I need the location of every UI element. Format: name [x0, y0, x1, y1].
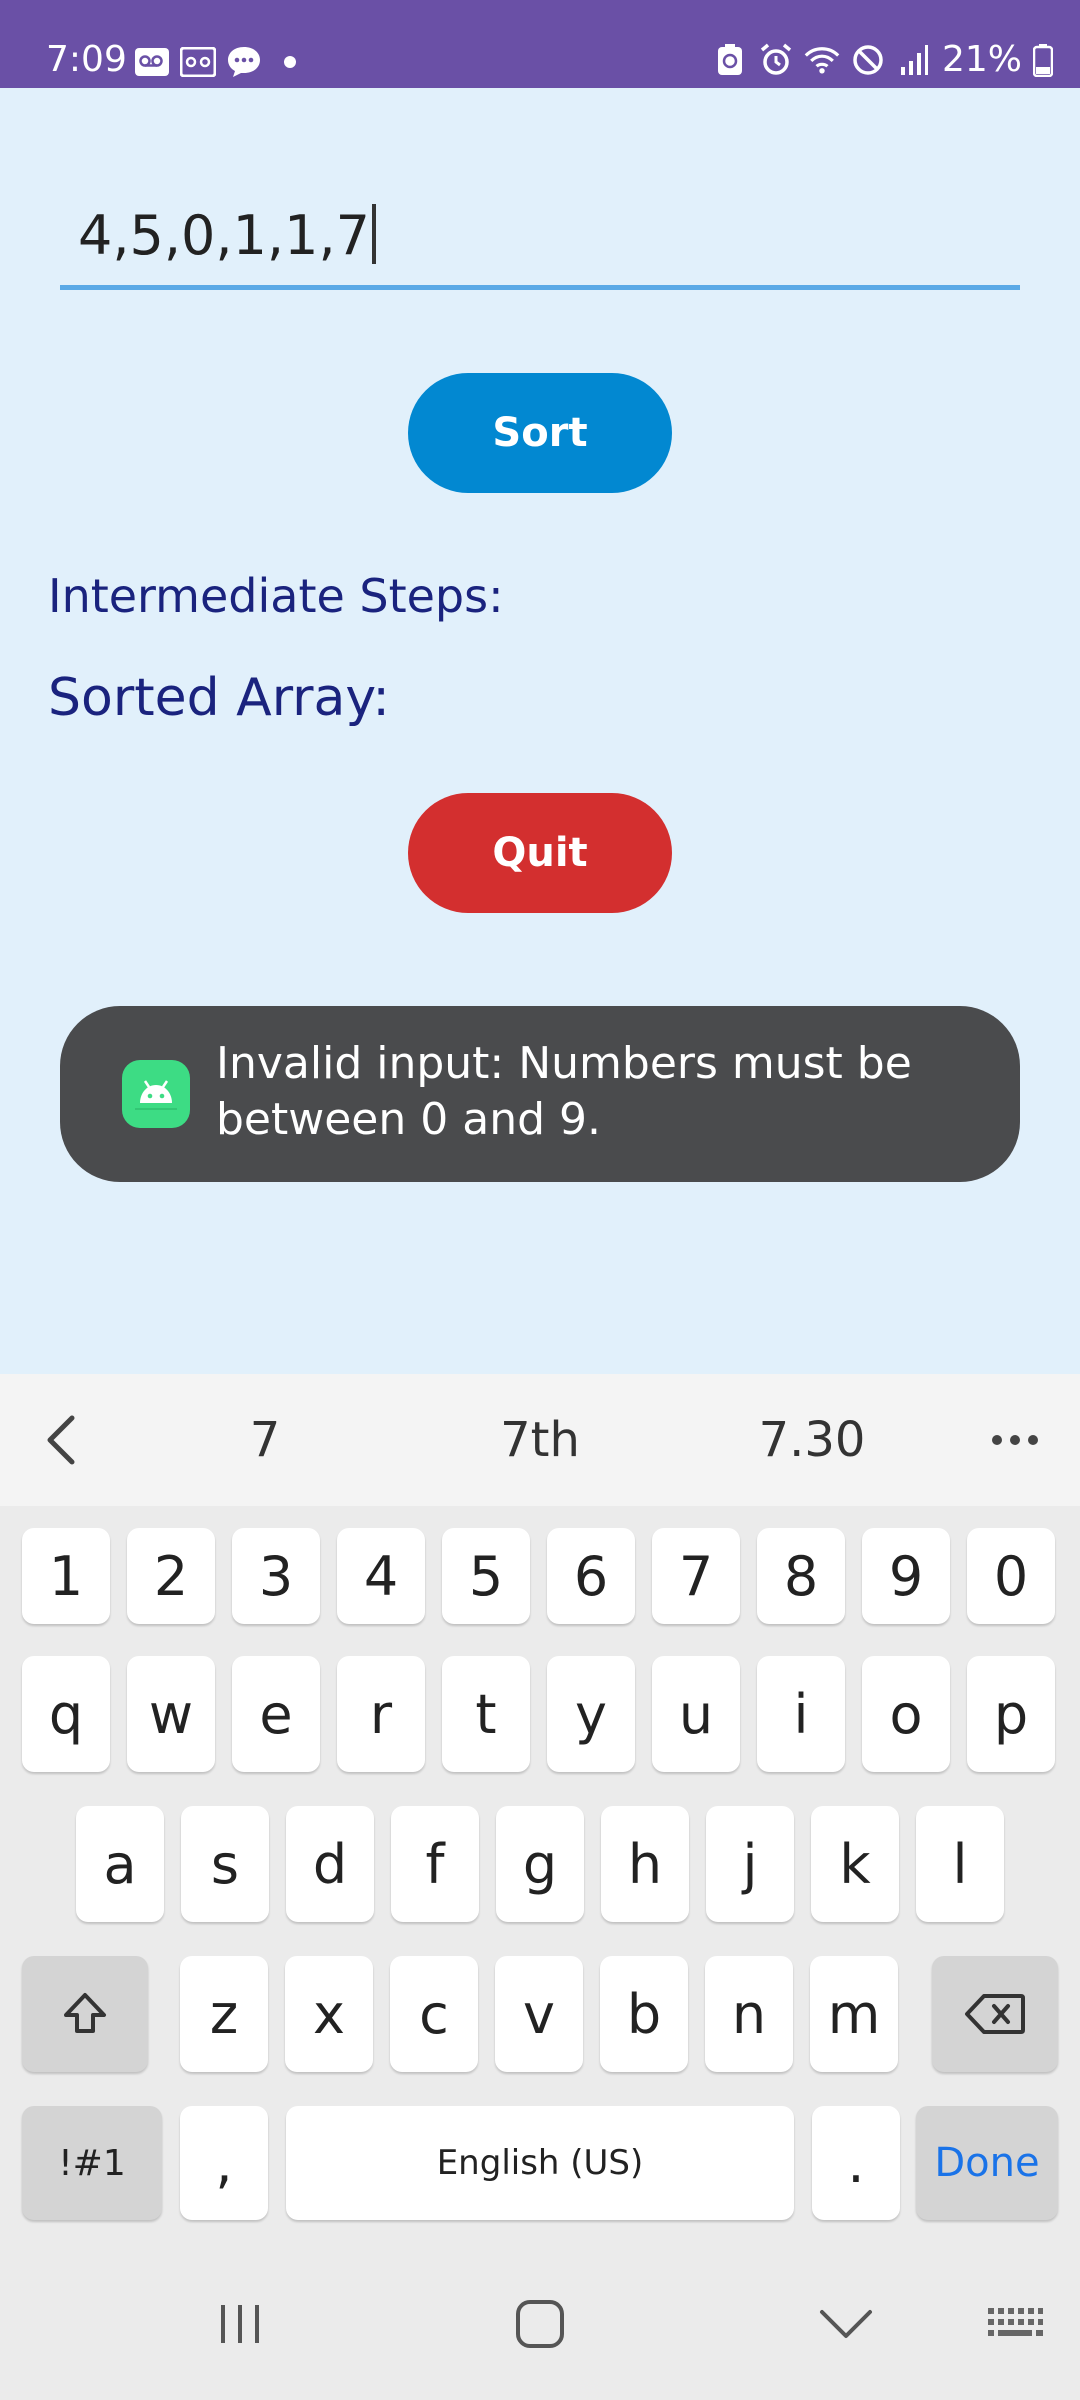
key-p[interactable]: p	[967, 1656, 1055, 1772]
key-num-4[interactable]: 4	[337, 1528, 425, 1624]
comma-key[interactable]: ,	[180, 2106, 268, 2220]
signal-icon	[896, 42, 932, 78]
key-v[interactable]: v	[495, 1956, 583, 2072]
key-g[interactable]: g	[496, 1806, 584, 1922]
wifi-icon	[804, 42, 840, 78]
notification-icons	[134, 44, 308, 80]
shift-key[interactable]	[22, 1956, 148, 2072]
intermediate-steps-label: Intermediate Steps:	[48, 569, 504, 623]
toast-text: Invalid input: Numbers must be between 0…	[216, 1038, 912, 1145]
key-num-8[interactable]: 8	[757, 1528, 845, 1624]
key-num-5[interactable]: 5	[442, 1528, 530, 1624]
key-j[interactable]: j	[706, 1806, 794, 1922]
key-l[interactable]: l	[916, 1806, 1004, 1922]
recents-icon[interactable]	[200, 2284, 280, 2364]
input-value-text: 4,5,0,1,1,7	[78, 204, 370, 267]
status-time: 7:09	[46, 39, 127, 80]
keyboard-icon[interactable]	[975, 2284, 1055, 2364]
text-caret	[371, 204, 376, 264]
key-d[interactable]: d	[286, 1806, 374, 1922]
more-horiz-icon[interactable]	[980, 1404, 1050, 1476]
numbers-input[interactable]: 4,5,0,1,1,7	[60, 180, 1020, 290]
key-n[interactable]: n	[705, 1956, 793, 2072]
shift-icon	[64, 1993, 106, 2033]
battery-icon	[1032, 42, 1054, 78]
key-x[interactable]: x	[285, 1956, 373, 2072]
tape-icon	[180, 44, 216, 80]
key-t[interactable]: t	[442, 1656, 530, 1772]
key-num-3[interactable]: 3	[232, 1528, 320, 1624]
suggestion-2[interactable]: 7th	[440, 1404, 640, 1476]
navigation-bar	[0, 2244, 1080, 2400]
toast-message: Invalid input: Numbers must be between 0…	[60, 1006, 1020, 1182]
key-k[interactable]: k	[811, 1806, 899, 1922]
suggestion-3[interactable]: 7.30	[712, 1404, 912, 1476]
key-w[interactable]: w	[127, 1656, 215, 1772]
key-s[interactable]: s	[181, 1806, 269, 1922]
alarm-icon	[758, 42, 794, 78]
key-z[interactable]: z	[180, 1956, 268, 2072]
message-icon	[226, 44, 262, 80]
sorted-array-label: Sorted Array:	[48, 668, 390, 728]
key-q[interactable]: q	[22, 1656, 110, 1772]
key-c[interactable]: c	[390, 1956, 478, 2072]
symbols-key[interactable]: !#1	[22, 2106, 162, 2220]
android-app-icon	[122, 1060, 190, 1128]
backspace-icon	[965, 1994, 1025, 2034]
system-icons: 21%	[712, 40, 1054, 80]
nav-down-chevron-icon[interactable]	[806, 2284, 886, 2364]
period-key[interactable]: .	[812, 2106, 900, 2220]
quit-button[interactable]: Quit	[408, 793, 672, 913]
battery-saver-icon	[712, 42, 748, 78]
chevron-left-icon[interactable]	[36, 1410, 96, 1470]
key-o[interactable]: o	[862, 1656, 950, 1772]
suggestion-1[interactable]: 7	[185, 1404, 345, 1476]
numbers-input-value: 4,5,0,1,1,7	[78, 204, 376, 268]
soft-keyboard: !#1 , English (US) . Done 1234567890 qwer…	[0, 1506, 1080, 2244]
dot-icon	[272, 44, 308, 80]
key-i[interactable]: i	[757, 1656, 845, 1772]
status-bar: 7:09 21%	[0, 0, 1080, 88]
keyboard-suggestion-bar: 7 7th 7.30	[0, 1374, 1080, 1506]
app-content: 4,5,0,1,1,7 Sort Intermediate Steps: Sor…	[0, 88, 1080, 1374]
key-num-1[interactable]: 1	[22, 1528, 110, 1624]
backspace-key[interactable]	[932, 1956, 1058, 2072]
sort-button[interactable]: Sort	[408, 373, 672, 493]
input-underline	[60, 285, 1020, 290]
key-u[interactable]: u	[652, 1656, 740, 1772]
home-icon[interactable]	[500, 2284, 580, 2364]
done-key[interactable]: Done	[916, 2106, 1058, 2220]
key-a[interactable]: a	[76, 1806, 164, 1922]
key-e[interactable]: e	[232, 1656, 320, 1772]
key-m[interactable]: m	[810, 1956, 898, 2072]
voicemail-icon	[134, 44, 170, 80]
blocked-icon	[850, 42, 886, 78]
key-b[interactable]: b	[600, 1956, 688, 2072]
key-num-0[interactable]: 0	[967, 1528, 1055, 1624]
key-y[interactable]: y	[547, 1656, 635, 1772]
space-key[interactable]: English (US)	[286, 2106, 794, 2220]
key-num-2[interactable]: 2	[127, 1528, 215, 1624]
key-num-7[interactable]: 7	[652, 1528, 740, 1624]
key-f[interactable]: f	[391, 1806, 479, 1922]
key-num-6[interactable]: 6	[547, 1528, 635, 1624]
battery-percent: 21%	[941, 39, 1022, 80]
key-h[interactable]: h	[601, 1806, 689, 1922]
key-r[interactable]: r	[337, 1656, 425, 1772]
key-num-9[interactable]: 9	[862, 1528, 950, 1624]
